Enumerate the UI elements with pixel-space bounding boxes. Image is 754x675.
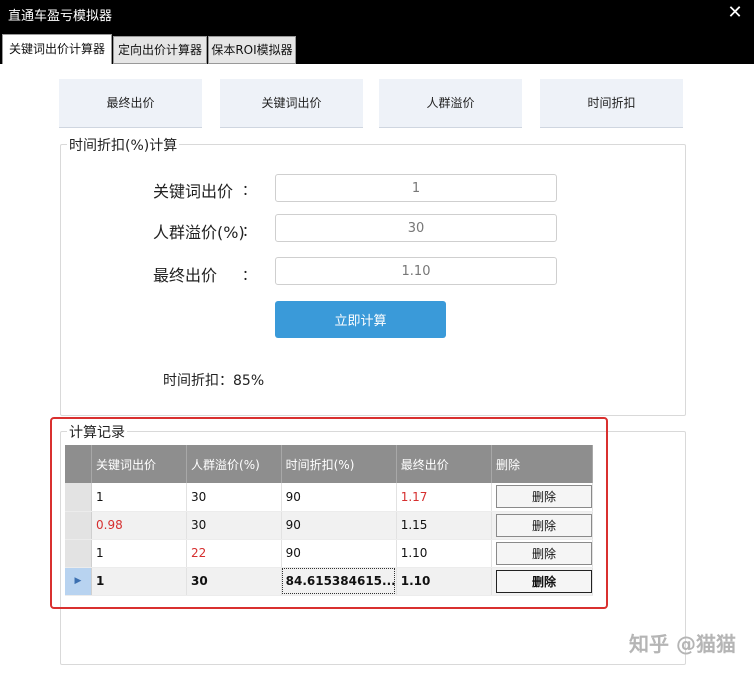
tab-keyword-bid-calculator[interactable]: 关键词出价计算器 — [2, 34, 112, 64]
crowd-premium-input[interactable] — [275, 214, 557, 242]
time-discount-cell[interactable]: 90 — [281, 539, 397, 568]
table-row[interactable]: 0.98 30 90 1.15 删除 — [65, 511, 594, 540]
delete-row-button[interactable]: 删除 — [495, 569, 592, 593]
records-group-title: 计算记录 — [67, 422, 127, 442]
column-header[interactable]: 人群溢价(%) — [186, 445, 282, 483]
table-row-selected[interactable]: ▶ 1 30 84.615384615... 1.10 删除 — [65, 567, 594, 596]
delete-row-button[interactable]: 删除 — [495, 541, 592, 565]
keyword-bid-colon: ： — [242, 183, 256, 199]
title-bar: 直通车盈亏模拟器 ✕ — [0, 0, 754, 34]
keyword-bid-cell[interactable]: 1 — [91, 483, 188, 512]
final-bid-input[interactable] — [275, 257, 557, 285]
row-header[interactable] — [65, 511, 92, 540]
nav-crowd-premium[interactable]: 人群溢价 — [379, 79, 522, 128]
crowd-premium-cell[interactable]: 30 — [186, 511, 282, 540]
column-header[interactable]: 时间折扣(%) — [281, 445, 397, 483]
delete-cell: 删除 — [491, 483, 594, 512]
current-row-marker-icon[interactable]: ▶ — [65, 567, 92, 596]
keyword-bid-cell[interactable]: 0.98 — [91, 511, 188, 540]
crowd-premium-colon: ： — [242, 224, 256, 240]
nav-final-bid[interactable]: 最终出价 — [59, 79, 202, 128]
time-discount-cell[interactable]: 90 — [281, 483, 397, 512]
time-discount-cell[interactable]: 84.615384615... — [281, 567, 397, 596]
nav-time-discount[interactable]: 时间折扣 — [540, 79, 683, 128]
tab-targeted-bid-calculator[interactable]: 定向出价计算器 — [113, 36, 207, 64]
tab-strip: 关键词出价计算器 定向出价计算器 保本ROI模拟器 — [0, 34, 754, 64]
crowd-premium-cell[interactable]: 30 — [186, 483, 282, 512]
table-row[interactable]: 1 30 90 1.17 删除 — [65, 483, 594, 512]
watermark: 知乎 @猫猫 — [629, 632, 736, 656]
close-icon[interactable]: ✕ — [726, 4, 744, 22]
records-table: 关键词出价 人群溢价(%) 时间折扣(%) 最终出价 删除 1 30 90 1.… — [65, 445, 594, 596]
keyword-bid-label: 关键词出价 — [153, 182, 234, 201]
time-discount-cell[interactable]: 90 — [281, 511, 397, 540]
keyword-bid-cell[interactable]: 1 — [91, 567, 188, 596]
client-area: 最终出价 关键词出价 人群溢价 时间折扣 时间折扣(%)计算 关键词出价 ： 人… — [0, 64, 754, 675]
nav-keyword-bid[interactable]: 关键词出价 — [220, 79, 363, 128]
delete-row-button[interactable]: 删除 — [495, 513, 592, 537]
final-bid-label: 最终出价 — [153, 266, 218, 285]
column-header[interactable]: 关键词出价 — [91, 445, 188, 483]
crowd-premium-label: 人群溢价(%) — [153, 223, 245, 242]
final-bid-cell[interactable]: 1.10 — [396, 567, 492, 596]
final-bid-cell[interactable]: 1.17 — [396, 483, 492, 512]
table-row[interactable]: 1 22 90 1.10 删除 — [65, 539, 594, 568]
window-title: 直通车盈亏模拟器 — [8, 9, 113, 24]
keyword-bid-cell[interactable]: 1 — [91, 539, 188, 568]
time-discount-result: 时间折扣：85% — [163, 373, 265, 389]
column-header[interactable]: 删除 — [491, 445, 594, 483]
row-header[interactable] — [65, 483, 92, 512]
row-header[interactable] — [65, 539, 92, 568]
delete-cell: 删除 — [491, 567, 594, 596]
column-header[interactable]: 最终出价 — [396, 445, 492, 483]
row-header-corner — [65, 445, 92, 483]
crowd-premium-cell[interactable]: 22 — [186, 539, 282, 568]
final-bid-colon: ： — [242, 268, 256, 284]
calc-group-title: 时间折扣(%)计算 — [67, 135, 180, 155]
final-bid-cell[interactable]: 1.10 — [396, 539, 492, 568]
delete-cell: 删除 — [491, 511, 594, 540]
calculate-button[interactable]: 立即计算 — [275, 301, 446, 338]
tab-breakeven-roi-simulator[interactable]: 保本ROI模拟器 — [208, 36, 296, 64]
table-header-row: 关键词出价 人群溢价(%) 时间折扣(%) 最终出价 删除 — [65, 445, 594, 483]
delete-cell: 删除 — [491, 539, 594, 568]
keyword-bid-input[interactable] — [275, 174, 557, 202]
delete-row-button[interactable]: 删除 — [495, 485, 592, 509]
final-bid-cell[interactable]: 1.15 — [396, 511, 492, 540]
crowd-premium-cell[interactable]: 30 — [186, 567, 282, 596]
